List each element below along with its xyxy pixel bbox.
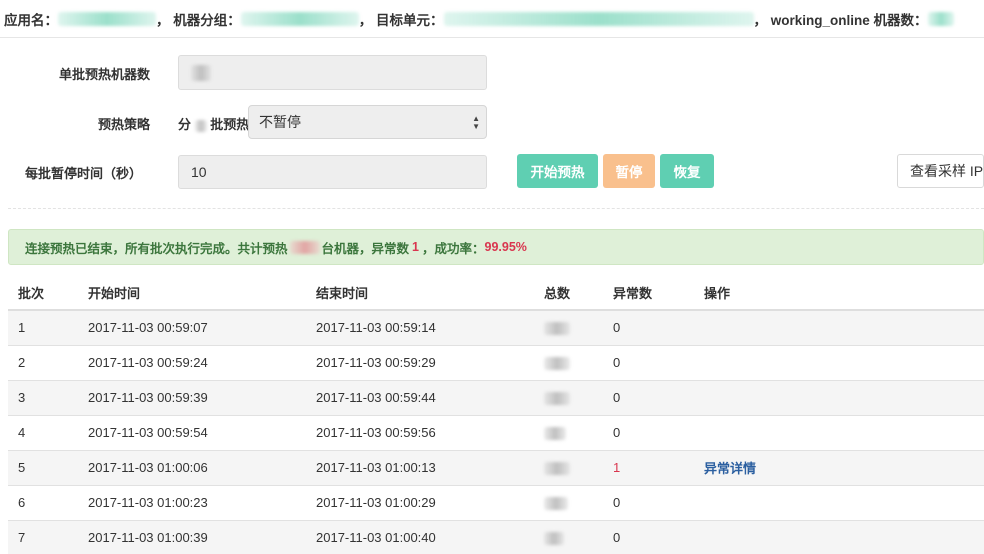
cell-end-time: 2017-11-03 00:59:44 [306, 379, 534, 415]
table-row: 7 2017-11-03 01:00:39 2017-11-03 01:00:4… [8, 519, 984, 554]
table-row: 6 2017-11-03 01:00:23 2017-11-03 01:00:2… [8, 484, 984, 520]
cell-end-time: 2017-11-03 01:00:13 [306, 449, 534, 485]
batch-size-input[interactable] [178, 55, 487, 90]
cell-total [534, 484, 603, 520]
cell-total [534, 414, 603, 450]
pause-button[interactable]: 暂停 [603, 154, 655, 188]
cell-batch: 5 [8, 449, 78, 485]
alert-text-3: ，成功率： [421, 241, 485, 256]
cell-end-time: 2017-11-03 00:59:56 [306, 414, 534, 450]
cell-action [694, 484, 984, 520]
cell-end-time: 2017-11-03 00:59:29 [306, 344, 534, 380]
select-arrows-icon: ▲ ▼ [472, 114, 480, 131]
cell-errors: 0 [603, 414, 694, 450]
app-name-redacted [58, 11, 156, 26]
cell-errors: 0 [603, 519, 694, 554]
cell-start-time: 2017-11-03 01:00:06 [78, 449, 306, 485]
cell-errors: 0 [603, 484, 694, 520]
cell-start-time: 2017-11-03 01:00:23 [78, 484, 306, 520]
cell-start-time: 2017-11-03 00:59:39 [78, 379, 306, 415]
cell-action [694, 309, 984, 345]
cell-batch: 7 [8, 519, 78, 554]
cell-errors: 0 [603, 309, 694, 345]
cell-total [534, 449, 603, 485]
header-batch: 批次 [8, 275, 78, 311]
cell-start-time: 2017-11-03 00:59:07 [78, 309, 306, 345]
error-details-link[interactable]: 异常详情 [704, 461, 756, 476]
total-redacted [544, 392, 570, 406]
cell-action [694, 414, 984, 450]
cell-batch: 2 [8, 344, 78, 380]
alert-error-count: 1 [412, 240, 419, 254]
header-end-time: 结束时间 [306, 275, 534, 311]
table-row: 3 2017-11-03 00:59:39 2017-11-03 00:59:4… [8, 379, 984, 415]
cell-start-time: 2017-11-03 00:59:54 [78, 414, 306, 450]
cell-errors: 0 [603, 379, 694, 415]
cell-start-time: 2017-11-03 00:59:24 [78, 344, 306, 380]
cell-action [694, 379, 984, 415]
total-redacted [544, 357, 570, 371]
cell-errors: 0 [603, 344, 694, 380]
target-unit-label: ， 目标单元： [358, 12, 444, 28]
total-redacted [544, 532, 564, 546]
strategy-batches-redacted [194, 119, 207, 132]
total-redacted [544, 497, 568, 511]
pause-time-label: 每批暂停时间（秒） [24, 166, 142, 181]
cell-start-time: 2017-11-03 01:00:39 [78, 519, 306, 554]
online-count-redacted [927, 11, 954, 26]
header-action: 操作 [694, 275, 984, 311]
machine-group-label: ， 机器分组： [156, 12, 241, 28]
batch-table: 批次 开始时间 结束时间 总数 异常数 操作 1 2017-11-03 00:5… [8, 275, 984, 554]
strategy-suffix: 批预热 [210, 117, 250, 132]
header-errors: 异常数 [603, 275, 694, 311]
total-redacted [544, 427, 566, 441]
strategy-batches-text: 分 批预热 [178, 114, 249, 133]
table-row: 4 2017-11-03 00:59:54 2017-11-03 00:59:5… [8, 414, 984, 450]
strategy-prefix: 分 [178, 117, 192, 132]
cell-end-time: 2017-11-03 00:59:14 [306, 309, 534, 345]
cell-total [534, 519, 603, 554]
total-redacted [544, 462, 570, 476]
completion-alert: 连接预热已结束，所有批次执行完成。共计预热 台机器，异常数 1 ，成功率： 99… [8, 229, 984, 265]
cell-batch: 6 [8, 484, 78, 520]
table-row: 1 2017-11-03 00:59:07 2017-11-03 00:59:1… [8, 309, 984, 345]
pause-time-input[interactable]: 10 [178, 155, 487, 189]
cell-end-time: 2017-11-03 01:00:40 [306, 519, 534, 554]
cell-errors: 1 [603, 449, 694, 485]
cell-batch: 1 [8, 309, 78, 345]
header-total: 总数 [534, 275, 603, 311]
cell-batch: 3 [8, 379, 78, 415]
section-divider [8, 208, 984, 209]
header-start-time: 开始时间 [78, 275, 306, 311]
online-count-label: ， working_online 机器数： [753, 12, 928, 28]
cell-total [534, 344, 603, 380]
info-bar: 应用名： ， 机器分组： ， 目标单元： ， working_online 机器… [0, 0, 984, 38]
app-name-label: 应用名： [4, 12, 58, 28]
cell-action [694, 344, 984, 380]
start-warmup-button[interactable]: 开始预热 [517, 154, 598, 188]
target-unit-redacted [443, 11, 754, 26]
alert-text-2: 台机器，异常数 [321, 241, 410, 256]
batch-size-redacted [191, 64, 211, 81]
strategy-select[interactable]: 不暂停 ▲ ▼ [248, 105, 487, 139]
cell-action: 异常详情 [694, 449, 984, 485]
resume-button[interactable]: 恢复 [660, 154, 714, 188]
view-sample-ip-button[interactable]: 查看采样 IP [897, 154, 984, 188]
total-redacted [544, 322, 570, 336]
machine-group-redacted [240, 11, 359, 26]
alert-text-1: 连接预热已结束，所有批次执行完成。共计预热 [25, 241, 288, 256]
strategy-label: 预热策略 [97, 117, 150, 132]
table-row: 2 2017-11-03 00:59:24 2017-11-03 00:59:2… [8, 344, 984, 380]
table-row: 5 2017-11-03 01:00:06 2017-11-03 01:00:1… [8, 449, 984, 485]
cell-end-time: 2017-11-03 01:00:29 [306, 484, 534, 520]
cell-batch: 4 [8, 414, 78, 450]
alert-total-redacted [289, 240, 320, 254]
cell-action [694, 519, 984, 554]
cell-total [534, 309, 603, 345]
batch-size-label: 单批预热机器数 [58, 67, 150, 82]
table-header-row: 批次 开始时间 结束时间 总数 异常数 操作 [8, 275, 984, 311]
cell-total [534, 379, 603, 415]
alert-success-rate: 99.95% [484, 240, 527, 254]
strategy-select-value: 不暂停 [259, 114, 301, 130]
